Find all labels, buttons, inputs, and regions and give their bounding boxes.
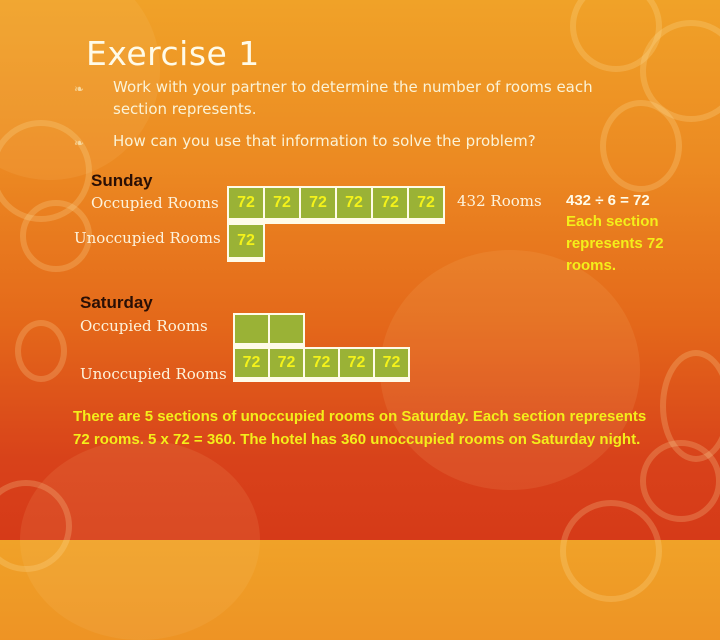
saturday-unoccupied-strip: 72 72 72 72 72 <box>233 347 410 382</box>
sunday-heading: Sunday <box>91 171 153 190</box>
saturday-occupied-label: Occupied Rooms <box>80 317 208 335</box>
bullet-item: ❧ How can you use that information to so… <box>74 130 633 152</box>
section-cell: 72 <box>265 188 299 218</box>
section-cell: 72 <box>373 188 407 218</box>
section-cell: 72 <box>337 188 371 218</box>
section-cell: 72 <box>229 188 263 218</box>
conclusion-text: There are 5 sections of unoccupied rooms… <box>73 408 647 448</box>
sunday-occupied-label: Occupied Rooms <box>91 194 219 212</box>
section-cell: 72 <box>235 349 268 377</box>
sunday-unoccupied-strip: 72 <box>227 223 265 262</box>
slide-title: Exercise 1 <box>86 34 260 73</box>
ornament-bullet-icon: ❧ <box>74 82 85 96</box>
section-cell-empty <box>270 315 303 343</box>
bullet-text: Work with your partner to determine the … <box>113 78 593 118</box>
ornament-bullet-icon: ❧ <box>74 136 85 150</box>
sunday-unoccupied-label: Unoccupied Rooms <box>74 229 221 247</box>
bullet-item: ❧ Work with your partner to determine th… <box>74 76 633 120</box>
sunday-calculation: 432 ÷ 6 = 72 <box>566 192 650 209</box>
section-cell-empty <box>235 315 268 343</box>
section-cell: 72 <box>229 225 263 257</box>
saturday-unoccupied-label: Unoccupied Rooms <box>80 365 227 383</box>
section-cell: 72 <box>340 349 373 377</box>
saturday-heading: Saturday <box>80 293 153 312</box>
section-cell: 72 <box>305 349 338 377</box>
section-cell: 72 <box>301 188 335 218</box>
sunday-explanation: Each section represents 72 rooms. <box>566 213 664 274</box>
sunday-occupied-total: 432 Rooms <box>457 192 542 210</box>
section-cell: 72 <box>270 349 303 377</box>
saturday-occupied-strip <box>233 313 305 348</box>
section-cell: 72 <box>375 349 408 377</box>
sunday-occupied-strip: 72 72 72 72 72 72 <box>227 186 445 224</box>
section-cell: 72 <box>409 188 443 218</box>
bullet-text: How can you use that information to solv… <box>113 132 536 150</box>
